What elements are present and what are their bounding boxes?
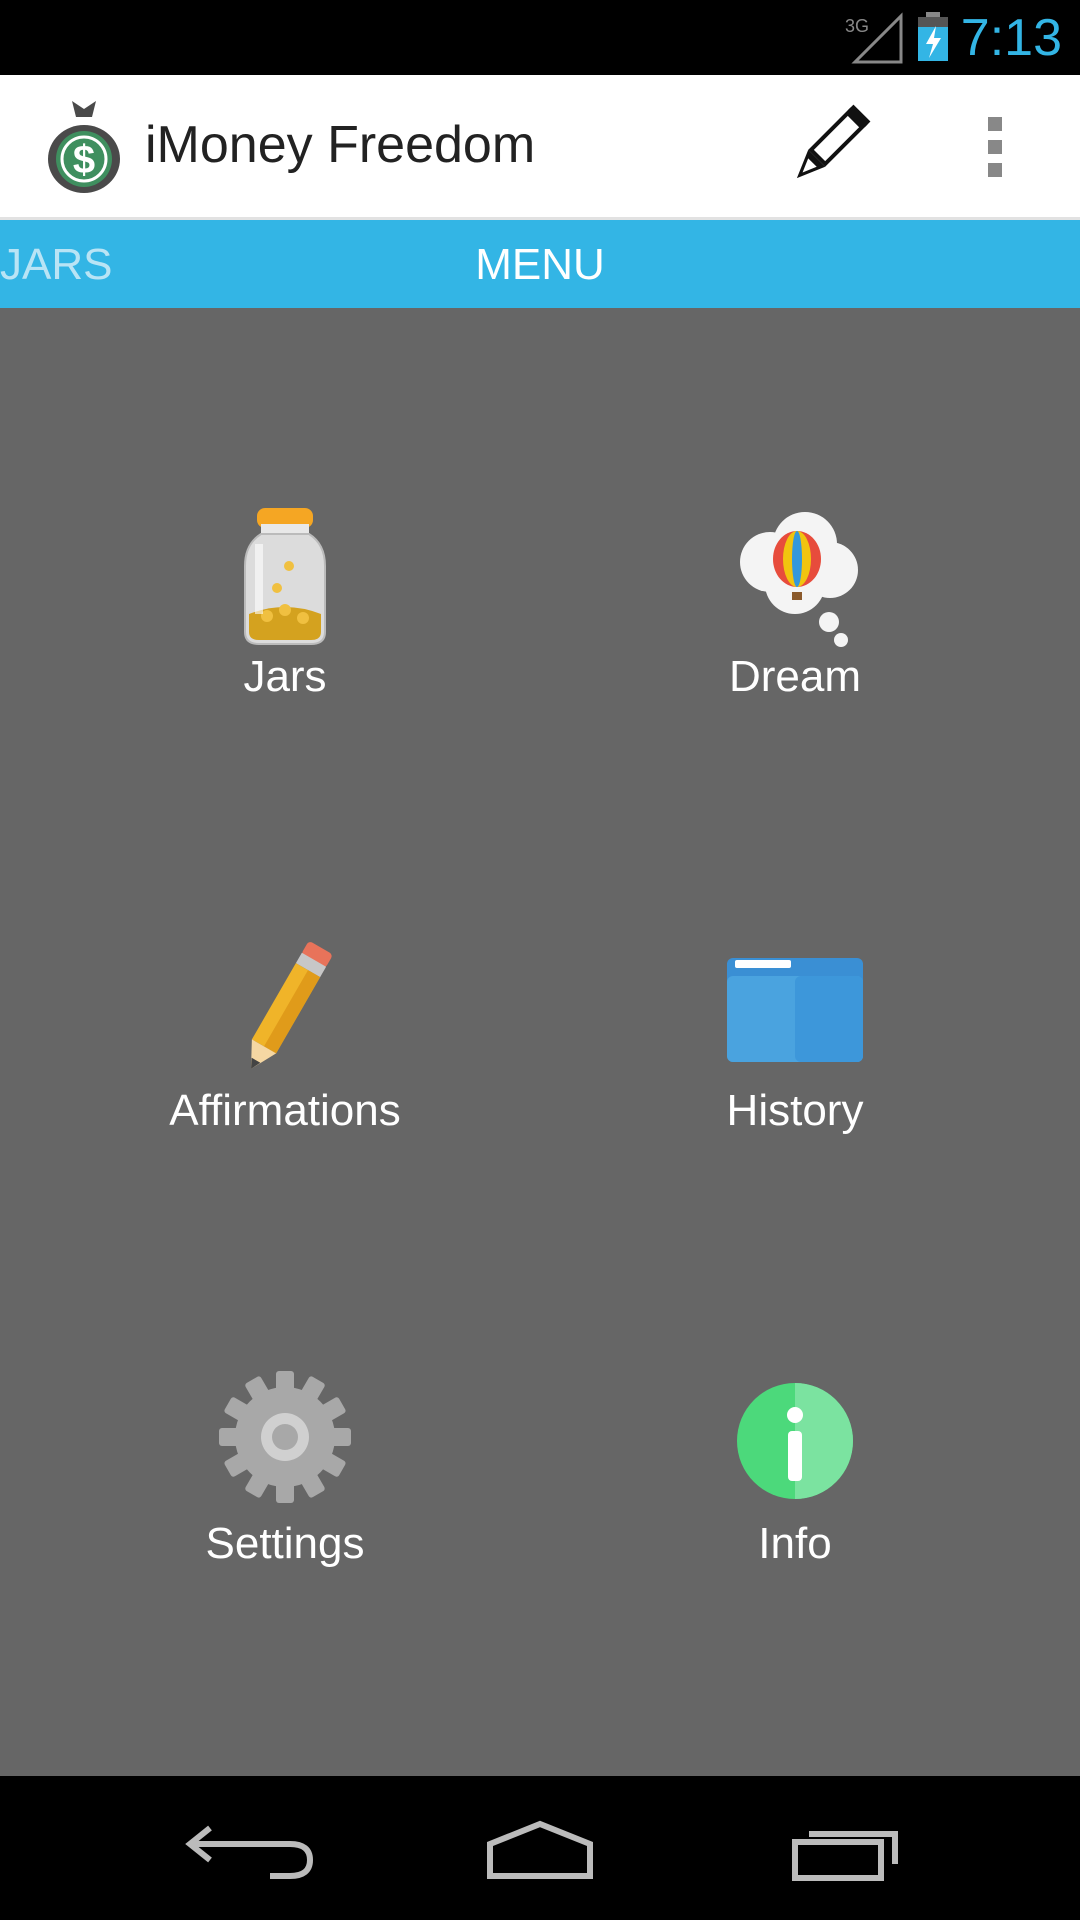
back-icon[interactable] — [160, 1798, 320, 1898]
money-bag-logo-icon: $ — [48, 101, 120, 193]
tab-strip: JARS MENU — [0, 220, 1080, 308]
gear-icon — [219, 1371, 351, 1503]
network-type: 3G — [845, 16, 869, 36]
navigation-bar — [0, 1776, 1080, 1920]
menu-item-affirmations[interactable]: Affirmations — [135, 938, 435, 1168]
app-title: iMoney Freedom — [145, 116, 536, 174]
tab-menu[interactable]: MENU — [0, 240, 1080, 290]
info-icon — [737, 1383, 853, 1499]
menu-item-settings[interactable]: Settings — [135, 1371, 435, 1601]
status-bar: 3G 7:13 — [0, 0, 1080, 75]
menu-label-jars: Jars — [243, 652, 327, 701]
overflow-menu-icon[interactable] — [955, 97, 1035, 197]
jar-icon — [244, 508, 326, 645]
pencil-icon — [250, 942, 332, 1069]
menu-label-history: History — [726, 1086, 864, 1135]
folder-icon — [727, 958, 863, 1062]
signal-icon: 3G — [845, 12, 903, 64]
menu-label-settings: Settings — [205, 1519, 365, 1568]
menu-item-dream[interactable]: Dream — [645, 504, 945, 734]
menu-label-info: Info — [758, 1519, 832, 1568]
menu-item-jars[interactable]: Jars — [135, 504, 435, 734]
action-bar: $ iMoney Freedom — [0, 75, 1080, 220]
recent-apps-icon[interactable] — [765, 1798, 925, 1898]
menu-item-info[interactable]: Info — [645, 1371, 945, 1601]
battery-icon — [918, 12, 948, 61]
svg-text:$: $ — [73, 138, 95, 182]
menu-label-dream: Dream — [728, 652, 862, 701]
menu-grid: Jars Dream Affirmations History Settings… — [0, 308, 1080, 1776]
edit-pencil-icon[interactable] — [778, 97, 878, 197]
menu-label-affirmations: Affirmations — [169, 1086, 401, 1135]
home-icon[interactable] — [460, 1798, 620, 1898]
dream-balloon-icon — [740, 512, 858, 647]
menu-item-history[interactable]: History — [645, 938, 945, 1168]
clock: 7:13 — [960, 9, 1062, 67]
